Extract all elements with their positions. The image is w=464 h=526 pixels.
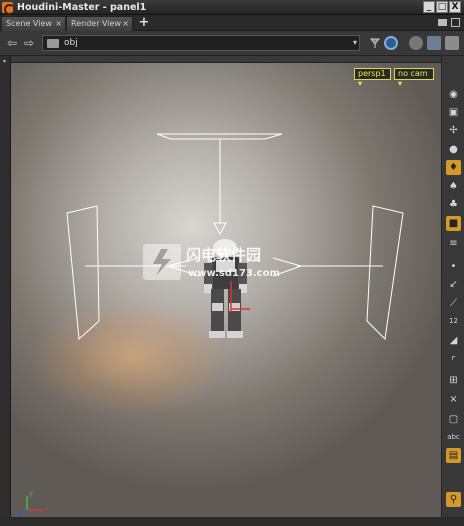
- corner-icon[interactable]: ⌜: [446, 354, 461, 369]
- watermark: [143, 244, 181, 280]
- lines-icon[interactable]: ≡: [446, 236, 461, 251]
- sphere-icon[interactable]: ●: [446, 142, 461, 157]
- display-toolbar: ◉ ▣ ✢ ● ♦ ♠ ♣ ■ ≡ • ↙ ⟋ 12 ◢ ⌜ ⊞ ⨯ ▢ abc…: [441, 56, 464, 526]
- back-arrow-icon[interactable]: ⇦: [5, 37, 19, 49]
- brush-icon[interactable]: ◢: [446, 333, 461, 348]
- tab-label: Render View: [71, 19, 122, 28]
- status-bar: [0, 517, 464, 526]
- axis-gizmo: [20, 496, 43, 515]
- tab-render-view[interactable]: Render View ×: [66, 16, 133, 31]
- minimize-button[interactable]: _: [423, 1, 435, 13]
- frame-icon[interactable]: ▢: [446, 412, 461, 427]
- tab-scene-view[interactable]: Scene View ×: [1, 16, 66, 31]
- houdini-app-icon[interactable]: [2, 2, 15, 15]
- tab-close-icon[interactable]: ×: [122, 19, 129, 28]
- bulb-person-icon[interactable]: ♣: [446, 197, 461, 212]
- title-bar: Houdini-Master - panel1 _ □ X: [0, 0, 464, 15]
- tab-bar: Scene View × Render View × +: [0, 15, 464, 31]
- image-icon[interactable]: [427, 36, 441, 50]
- tab-close-icon[interactable]: ×: [55, 19, 62, 28]
- nav-bar: ⇦ ⇨ obj ▾: [0, 31, 464, 56]
- panel-layout-icon[interactable]: [438, 19, 447, 26]
- right-light-wireframe: [366, 205, 404, 341]
- camera-view-dropdown[interactable]: persp1 ▾: [354, 68, 391, 88]
- eye-icon[interactable]: ◉: [446, 87, 461, 102]
- top-light-wireframe: [156, 133, 283, 140]
- collapse-arrow-icon[interactable]: ▾: [3, 58, 6, 65]
- network-view-icon[interactable]: [384, 36, 398, 50]
- cross-icon[interactable]: ⨯: [446, 392, 461, 407]
- watermark-url: www.sd173.com: [188, 268, 280, 279]
- close-button[interactable]: X: [449, 1, 461, 13]
- left-strip: [0, 56, 11, 526]
- maximize-button[interactable]: □: [436, 1, 448, 13]
- 3d-viewport[interactable]: 闪电软件园 www.sd173.com y x z persp1 ▾ no ca…: [11, 62, 441, 519]
- light-pin-icon[interactable]: ⚲: [446, 492, 461, 507]
- snapshot-icon[interactable]: [445, 36, 459, 50]
- dot-icon[interactable]: •: [446, 259, 461, 274]
- display-options-icon[interactable]: ▤: [446, 448, 461, 463]
- numbers-icon[interactable]: 12: [446, 314, 461, 329]
- bulb-icon[interactable]: ♦: [446, 160, 461, 175]
- scene-wireframes: [20, 133, 404, 515]
- search-icon[interactable]: [409, 36, 423, 50]
- bulb-grid-icon[interactable]: ♠: [446, 179, 461, 194]
- lock-icon[interactable]: ▣: [446, 105, 461, 120]
- add-tab-button[interactable]: +: [137, 16, 151, 30]
- path-text: obj: [64, 38, 78, 48]
- link-icon[interactable]: ✢: [446, 123, 461, 138]
- path-dropdown-icon[interactable]: ▾: [353, 38, 357, 47]
- forward-arrow-icon[interactable]: ⇨: [22, 37, 36, 49]
- folder-icon: [47, 39, 59, 48]
- tab-label: Scene View: [6, 19, 52, 28]
- watermark-title: 闪电软件园: [186, 246, 262, 264]
- pin-tool-icon[interactable]: ⟋: [446, 296, 461, 311]
- window-title: Houdini-Master - panel1: [17, 2, 147, 13]
- path-field[interactable]: obj ▾: [42, 35, 360, 51]
- axis-y-label: y: [29, 489, 34, 497]
- pin-icon[interactable]: [368, 36, 382, 50]
- axis-x-label: x: [45, 505, 50, 513]
- camera-box-icon[interactable]: ■: [446, 216, 461, 231]
- scene-view-panel: ▾ ▾: [0, 56, 464, 526]
- camera-dropdown[interactable]: no cam ▾: [394, 68, 434, 88]
- grid-icon[interactable]: ⊞: [446, 373, 461, 388]
- left-light-wireframe: [66, 205, 100, 341]
- abc-icon[interactable]: abc: [446, 430, 461, 445]
- arrow-icon[interactable]: ↙: [446, 277, 461, 292]
- panel-options-icon[interactable]: [451, 18, 460, 27]
